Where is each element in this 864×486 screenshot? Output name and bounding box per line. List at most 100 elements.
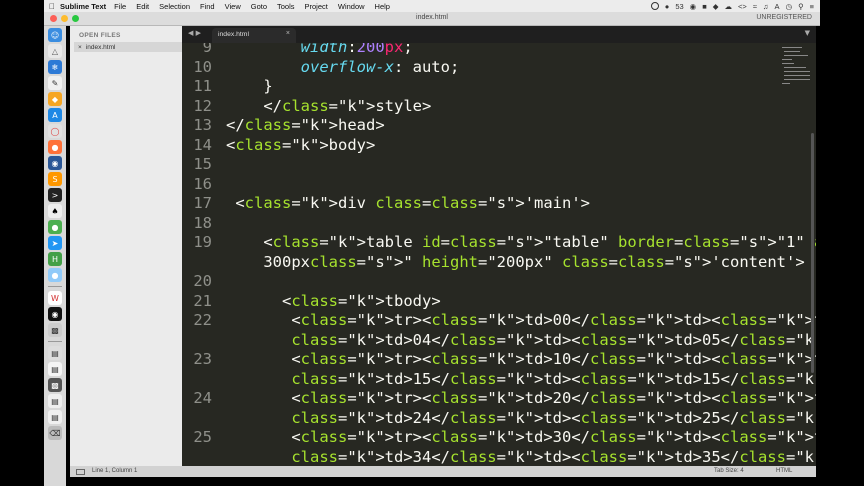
code-line[interactable]: 10 overflow-x: auto; bbox=[182, 58, 816, 78]
code-line[interactable]: 25 <class="k">tr><class="k">td>30</class… bbox=[182, 428, 816, 448]
code-line[interactable]: 19 <class="k">table id=class="s">"table"… bbox=[182, 233, 816, 253]
shield-icon[interactable]: ◆ bbox=[713, 2, 719, 11]
document-icon[interactable]: ▤ bbox=[48, 394, 62, 408]
menu-project[interactable]: Project bbox=[305, 2, 328, 11]
navigation-icon[interactable]: ➤ bbox=[48, 236, 62, 250]
wifi-icon[interactable]: ≈ bbox=[753, 2, 757, 11]
wechat-dock-icon[interactable]: ● bbox=[48, 220, 62, 234]
sidebar: OPEN FILES × index.html bbox=[70, 26, 182, 466]
safari-icon[interactable]: ❄ bbox=[48, 60, 62, 74]
vertical-scrollbar[interactable] bbox=[811, 133, 814, 373]
finder-icon[interactable]: ☺ bbox=[48, 28, 62, 42]
code-line[interactable]: 20 bbox=[182, 272, 816, 292]
menu-selection[interactable]: Selection bbox=[159, 2, 190, 11]
code-line[interactable]: 21 <class="k">tbody> bbox=[182, 292, 816, 312]
line-code: } bbox=[226, 77, 273, 95]
wps-icon[interactable]: W bbox=[48, 291, 62, 305]
menu-goto[interactable]: Goto bbox=[251, 2, 267, 11]
cursor-position: Line 1, Column 1 bbox=[92, 468, 138, 474]
clock-icon[interactable]: ◷ bbox=[786, 2, 793, 11]
apple-icon[interactable]:  bbox=[44, 2, 60, 11]
spotlight-icon[interactable]: ⚲ bbox=[798, 2, 804, 11]
chat-icon[interactable]: ● bbox=[665, 2, 670, 11]
code-line[interactable]: 17 <class="k">div class=class="s">'main'… bbox=[182, 194, 816, 214]
menu-tools[interactable]: Tools bbox=[277, 2, 295, 11]
network-icon[interactable]: ● bbox=[48, 268, 62, 282]
menu-app-name[interactable]: Sublime Text bbox=[60, 2, 106, 11]
document-icon[interactable]: ▤ bbox=[48, 346, 62, 360]
screen:  Sublime Text File Edit Selection Find … bbox=[0, 0, 864, 486]
sublime-icon[interactable]: S bbox=[48, 172, 62, 186]
minimap[interactable] bbox=[780, 43, 810, 103]
code-editor[interactable]: 9 width:200px; 10 overflow-x: auto; 11 } 12… bbox=[182, 43, 816, 466]
code-line[interactable]: class="k">td>15</class="k">td><class="k"… bbox=[182, 370, 816, 390]
code-line[interactable]: 13 </class="k">head> bbox=[182, 116, 816, 136]
tab-index-html[interactable]: index.html × bbox=[212, 28, 296, 43]
textedit-icon[interactable]: ✎ bbox=[48, 76, 62, 90]
menu-help[interactable]: Help bbox=[375, 2, 390, 11]
line-code: class="k">td>24</class="k">td><class="k"… bbox=[291, 408, 816, 427]
camera-icon[interactable]: ◉ bbox=[48, 307, 62, 321]
code-icon[interactable]: <> bbox=[738, 2, 747, 11]
code-line[interactable]: 11 } bbox=[182, 77, 816, 97]
code-line[interactable]: 15 bbox=[182, 155, 816, 175]
syntax-mode[interactable]: HTML bbox=[776, 468, 792, 474]
code-line[interactable]: 18 bbox=[182, 214, 816, 234]
dock: ☺ △ ❄ ✎ ◆ A ◯ ● ◉ S > ♠ ● ➤ H ● W ◉ ▩ ▤ … bbox=[44, 26, 66, 486]
wechat-icon[interactable]: ◉ bbox=[690, 2, 697, 11]
screenshot-icon[interactable]: ▩ bbox=[48, 378, 62, 392]
tab-nav-arrows-icon[interactable]: ◀ ▶ bbox=[188, 29, 201, 37]
code-line[interactable]: 12 </class="k">style> bbox=[182, 97, 816, 117]
code-line[interactable]: 22 <class="k">tr><class="k">td>00</class… bbox=[182, 311, 816, 331]
menu-edit[interactable]: Edit bbox=[136, 2, 149, 11]
app-icon[interactable]: ■ bbox=[702, 2, 707, 11]
line-number: 14 bbox=[193, 135, 212, 154]
code-line[interactable]: 23 <class="k">tr><class="k">td>10</class… bbox=[182, 350, 816, 370]
sidebar-file-item[interactable]: × index.html bbox=[74, 42, 182, 52]
line-code: class="k">td>34</class="k">td><class="k"… bbox=[291, 447, 816, 466]
code-line[interactable]: class="k">td>04</class="k">td><class="k"… bbox=[182, 331, 816, 351]
panel-toggle-icon[interactable] bbox=[76, 469, 85, 475]
code-line[interactable]: 24 <class="k">tr><class="k">td>20</class… bbox=[182, 389, 816, 409]
terminal-icon[interactable]: > bbox=[48, 188, 62, 202]
sketch-icon[interactable]: ◆ bbox=[48, 92, 62, 106]
preview-icon[interactable]: ▩ bbox=[48, 323, 62, 337]
qq-icon[interactable]: ♠ bbox=[48, 204, 62, 218]
browser-icon[interactable]: ◉ bbox=[48, 156, 62, 170]
chrome-icon[interactable]: ◯ bbox=[48, 124, 62, 138]
record-icon[interactable] bbox=[650, 2, 659, 10]
notification-count: 53 bbox=[675, 1, 684, 11]
code-line[interactable]: 16 bbox=[182, 175, 816, 195]
close-icon[interactable]: × bbox=[286, 30, 290, 37]
document-icon[interactable]: ▤ bbox=[48, 410, 62, 424]
close-icon[interactable]: × bbox=[78, 44, 82, 51]
menu-find[interactable]: Find bbox=[200, 2, 215, 11]
chevron-down-icon[interactable]: ▼ bbox=[805, 29, 810, 37]
line-number: 22 bbox=[193, 311, 212, 329]
cloud-icon[interactable]: ☁ bbox=[725, 2, 733, 11]
line-code: class="k">td>04</class="k">td><class="k"… bbox=[291, 330, 816, 349]
volume-icon[interactable]: ♫ bbox=[763, 2, 769, 11]
launchpad-icon[interactable]: △ bbox=[48, 44, 62, 58]
trash-icon[interactable]: ⌫ bbox=[48, 426, 62, 440]
tab-label: index.html bbox=[218, 31, 249, 38]
line-code: <class="k">table id=class="s">"table" bo… bbox=[226, 233, 816, 251]
firefox-icon[interactable]: ● bbox=[48, 140, 62, 154]
document-icon[interactable]: ▤ bbox=[48, 362, 62, 376]
appstore-icon[interactable]: A bbox=[48, 108, 62, 122]
menu-window[interactable]: Window bbox=[338, 2, 365, 11]
tab-size[interactable]: Tab Size: 4 bbox=[714, 468, 744, 474]
line-number: 10 bbox=[193, 57, 212, 76]
code-line[interactable]: 300pxclass="s">" height="200px" class=cl… bbox=[182, 253, 816, 273]
code-line[interactable]: 14 <class="k">body> bbox=[182, 136, 816, 156]
menu-list-icon[interactable]: ≡ bbox=[810, 2, 814, 11]
code-line[interactable]: class="k">td>24</class="k">td><class="k"… bbox=[182, 409, 816, 429]
menu-view[interactable]: View bbox=[225, 2, 241, 11]
code-line[interactable]: class="k">td>34</class="k">td><class="k"… bbox=[182, 448, 816, 467]
input-method-icon[interactable]: A bbox=[775, 2, 780, 11]
code-line[interactable]: 9 width:200px; bbox=[182, 43, 816, 58]
line-number: 23 bbox=[193, 350, 212, 368]
menu-file[interactable]: File bbox=[114, 2, 126, 11]
hbuilder-icon[interactable]: H bbox=[48, 252, 62, 266]
line-number: 25 bbox=[193, 428, 212, 446]
